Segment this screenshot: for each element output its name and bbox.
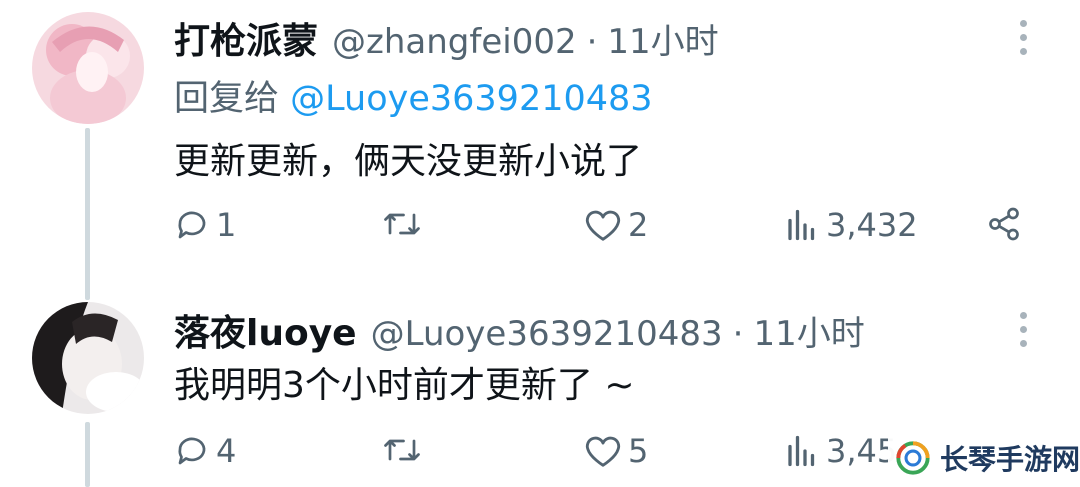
- reply-button[interactable]: 4: [174, 432, 236, 470]
- tweet-text: 我明明3个小时前才更新了 ~: [174, 365, 635, 406]
- reply-to-handle-link[interactable]: @Luoye3639210483: [290, 79, 652, 119]
- analytics-icon: [788, 435, 815, 467]
- share-button[interactable]: [986, 206, 1022, 242]
- retweet-button[interactable]: [382, 432, 428, 468]
- user-handle[interactable]: @Luoye3639210483: [371, 314, 723, 354]
- share-icon: [989, 207, 1019, 241]
- heart-icon: [585, 436, 621, 467]
- watermark-text: 长琴手游网: [939, 443, 1080, 476]
- views-button[interactable]: 3,432: [784, 206, 918, 244]
- avatar-image: [32, 12, 144, 124]
- action-bar: 1 2 3,432: [0, 206, 1080, 256]
- views-button[interactable]: 3,45: [784, 432, 897, 470]
- avatar[interactable]: [32, 302, 144, 414]
- like-count: 5: [628, 432, 649, 470]
- tweet-text: 更新更新，俩天没更新小说了: [174, 141, 643, 182]
- separator-dot: ·: [586, 22, 598, 62]
- retweet-icon: [384, 213, 420, 235]
- avatar[interactable]: [32, 12, 144, 124]
- reply-icon: [178, 437, 206, 465]
- more-options-icon[interactable]: [1020, 20, 1028, 55]
- reply-count: 1: [216, 206, 237, 244]
- watermark: 长琴手游网: [888, 429, 1080, 487]
- analytics-icon: [788, 209, 815, 241]
- reply-count: 4: [216, 432, 237, 470]
- heart-icon: [585, 210, 621, 241]
- separator-dot: ·: [732, 314, 744, 354]
- reply-button[interactable]: 1: [174, 206, 236, 244]
- view-count: 3,432: [826, 206, 918, 244]
- more-options-icon[interactable]: [1020, 312, 1028, 347]
- reply-icon: [178, 211, 206, 239]
- display-name[interactable]: 落夜luoye: [174, 304, 357, 356]
- like-count: 2: [628, 206, 649, 244]
- reply-context: 回复给 @Luoye3639210483: [174, 70, 653, 121]
- retweet-icon: [384, 439, 420, 461]
- like-button[interactable]: 2: [584, 206, 648, 244]
- retweet-button[interactable]: [382, 206, 428, 242]
- timestamp[interactable]: 11小时: [753, 306, 864, 355]
- like-button[interactable]: 5: [584, 432, 648, 470]
- reply-prefix: 回复给: [174, 79, 291, 119]
- avatar-image: [32, 302, 144, 414]
- display-name[interactable]: 打枪派蒙: [174, 12, 318, 64]
- view-count: 3,45: [826, 432, 898, 470]
- watermark-logo-icon: [896, 441, 930, 475]
- user-handle[interactable]: @zhangfei002: [332, 22, 577, 62]
- timestamp[interactable]: 11小时: [607, 14, 718, 63]
